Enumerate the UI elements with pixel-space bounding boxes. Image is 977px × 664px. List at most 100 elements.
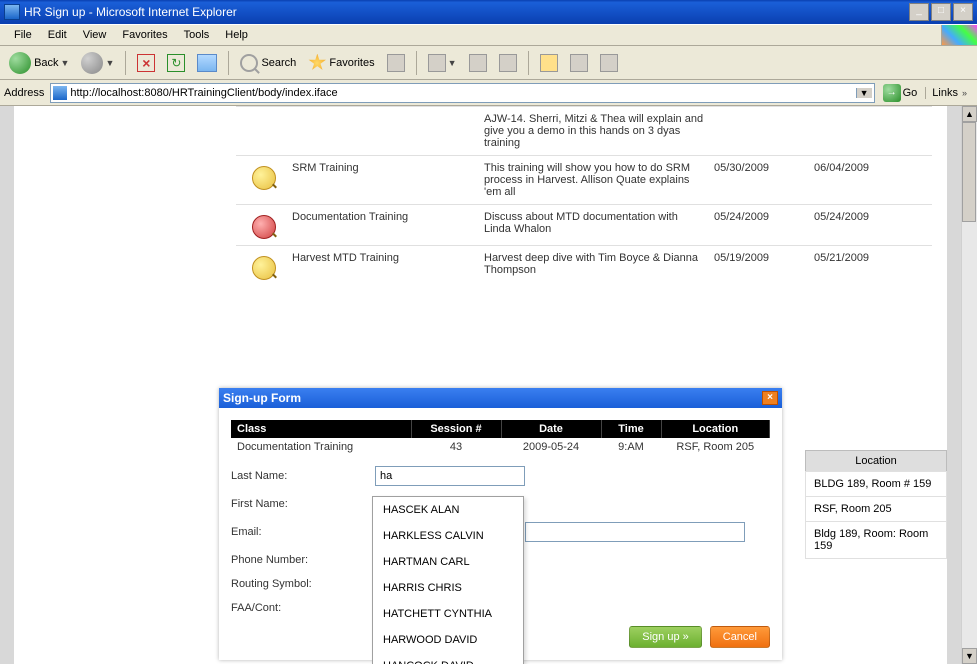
toolbar: Back▼ ▼ × ↻ Search Favorites ▼ [0,46,977,80]
menu-help[interactable]: Help [217,27,256,43]
menu-edit[interactable]: Edit [40,27,75,43]
address-label: Address [4,87,44,99]
back-button[interactable]: Back▼ [4,49,74,77]
training-list: AJW-14. Sherri, Mitzi & Thea will explai… [236,106,932,286]
autocomplete-item[interactable]: HASCEK ALAN [373,497,523,523]
magnifier-icon[interactable] [252,215,276,239]
autocomplete-item[interactable]: HANCOCK DAVID [373,653,523,664]
home-button[interactable] [192,51,222,75]
window-title: HR Sign up - Microsoft Internet Explorer [24,5,237,19]
vertical-scrollbar[interactable]: ▲ ▼ [961,106,977,664]
scroll-up-button[interactable]: ▲ [962,106,977,122]
menu-favorites[interactable]: Favorites [114,27,175,43]
window-titlebar: HR Sign up - Microsoft Internet Explorer… [0,0,977,24]
maximize-button[interactable]: □ [931,3,951,21]
td-time: 9:AM [601,438,661,456]
research-button[interactable] [565,51,593,75]
messenger-button[interactable] [595,51,623,75]
address-input-wrap: ▼ [50,83,874,103]
folder-button[interactable] [535,51,563,75]
ie-icon [4,4,20,20]
go-button[interactable]: →Go [879,82,922,104]
forward-icon [81,52,103,74]
autocomplete-item[interactable]: HARKLESS CALVIN [373,523,523,549]
autocomplete-item[interactable]: HARWOOD DAVID [373,627,523,653]
windows-flag-icon [941,25,977,45]
table-row: AJW-14. Sherri, Mitzi & Thea will explai… [236,106,932,155]
content-area: AJW-14. Sherri, Mitzi & Thea will explai… [0,106,977,664]
th-time: Time [601,420,661,438]
location-cell: Bldg 189, Room: Room 159 [805,521,947,559]
print-icon [469,54,487,72]
address-bar: Address ▼ →Go Links» [0,80,977,106]
close-window-button[interactable]: × [953,3,973,21]
back-icon [9,52,31,74]
modal-close-button[interactable]: × [762,391,778,405]
modal-titlebar: Sign-up Form × [219,388,782,408]
table-row[interactable]: Documentation Training Discuss about MTD… [236,204,932,245]
label-lastname: Last Name: [231,470,375,482]
refresh-icon: ↻ [167,54,185,72]
stop-button[interactable]: × [132,51,160,75]
table-row[interactable]: Harvest MTD Training Harvest deep dive w… [236,245,932,286]
search-button[interactable]: Search [235,51,301,75]
page-icon [53,86,67,100]
signup-button[interactable]: Sign up » [629,626,701,648]
label-email: Email: [231,526,375,538]
th-session: Session # [411,420,501,438]
autocomplete-item[interactable]: HARRIS CHRIS [373,575,523,601]
home-icon [197,54,217,72]
cancel-button[interactable]: Cancel [710,626,770,648]
autocomplete-dropdown: HASCEK ALAN HARKLESS CALVIN HARTMAN CARL… [372,496,524,664]
print-button[interactable] [464,51,492,75]
edit-page-icon [499,54,517,72]
lastname-input[interactable] [375,466,525,486]
menu-bar: File Edit View Favorites Tools Help [0,24,977,46]
menu-file[interactable]: File [6,27,40,43]
history-button[interactable] [382,51,410,75]
star-icon [308,54,326,72]
autocomplete-item[interactable]: HATCHETT CYNTHIA [373,601,523,627]
label-phone: Phone Number: [231,554,375,566]
refresh-button[interactable]: ↻ [162,51,190,75]
email-input[interactable] [525,522,745,542]
minimize-button[interactable]: _ [909,3,929,21]
links-toolbar[interactable]: Links» [925,87,973,99]
td-class: Documentation Training [231,438,411,456]
mail-button[interactable]: ▼ [423,51,462,75]
menu-tools[interactable]: Tools [176,27,218,43]
td-session: 43 [411,438,501,456]
scroll-down-button[interactable]: ▼ [962,648,977,664]
th-class: Class [231,420,411,438]
window-buttons: _ □ × [907,3,973,21]
menu-view[interactable]: View [75,27,115,43]
th-location: Location [661,420,770,438]
modal-title: Sign-up Form [223,391,301,405]
th-date: Date [501,420,601,438]
address-dropdown-button[interactable]: ▼ [856,88,872,98]
forward-button[interactable]: ▼ [76,49,119,77]
magnifier-icon[interactable] [252,256,276,280]
scroll-thumb[interactable] [962,122,976,222]
edit-page-button[interactable] [494,51,522,75]
folder-icon [540,54,558,72]
label-faa: FAA/Cont: [231,602,375,614]
stop-icon: × [137,54,155,72]
class-info-table: Class Session # Date Time Location Docum… [231,420,770,456]
location-cell: RSF, Room 205 [805,496,947,522]
search-icon [240,54,258,72]
autocomplete-item[interactable]: HARTMAN CARL [373,549,523,575]
messenger-icon [600,54,618,72]
go-icon: → [883,84,901,102]
research-icon [570,54,588,72]
td-date: 2009-05-24 [501,438,601,456]
td-location: RSF, Room 205 [661,438,770,456]
label-firstname: First Name: [231,498,375,510]
address-input[interactable] [70,87,855,99]
favorites-button[interactable]: Favorites [303,51,379,75]
location-header: Location [805,450,947,472]
history-icon [387,54,405,72]
mail-icon [428,54,446,72]
magnifier-icon[interactable] [252,166,276,190]
table-row[interactable]: SRM Training This training will show you… [236,155,932,204]
